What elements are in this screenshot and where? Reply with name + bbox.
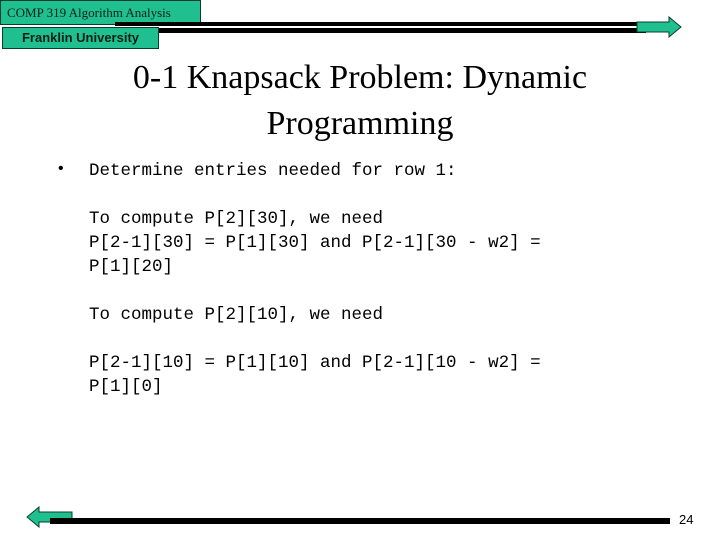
block1-line-3: P[1][20] bbox=[89, 257, 174, 277]
block1-line-2: P[2-1][30] = P[1][30] and P[2-1][30 - w2… bbox=[89, 233, 541, 253]
slide-title-line-1: 0-1 Knapsack Problem: Dynamic bbox=[132, 59, 588, 96]
block2-line-2: P[2-1][10] = P[1][10] and P[2-1][10 - w2… bbox=[89, 353, 541, 373]
block2-line-1: To compute P[2][10], we need bbox=[89, 305, 384, 325]
bullet-text: Determine entries needed for row 1: bbox=[89, 161, 457, 181]
block1-line-1: To compute P[2][30], we need bbox=[89, 209, 384, 229]
header-rule-thick bbox=[115, 28, 646, 33]
slide-title: 0-1 Knapsack Problem: Dynamic Programmin… bbox=[90, 55, 630, 147]
block2-line-3: P[1][0] bbox=[89, 377, 163, 397]
next-slide-arrow-icon[interactable] bbox=[636, 16, 682, 38]
page-number: 24 bbox=[679, 512, 694, 527]
slide-title-line-2: Programming bbox=[266, 105, 454, 142]
footer-rule bbox=[50, 518, 670, 524]
university-label: Franklin University bbox=[2, 27, 159, 49]
bullet-icon: • bbox=[58, 160, 64, 177]
prev-slide-arrow-icon[interactable] bbox=[25, 506, 73, 528]
header-rule-thin bbox=[115, 22, 646, 26]
